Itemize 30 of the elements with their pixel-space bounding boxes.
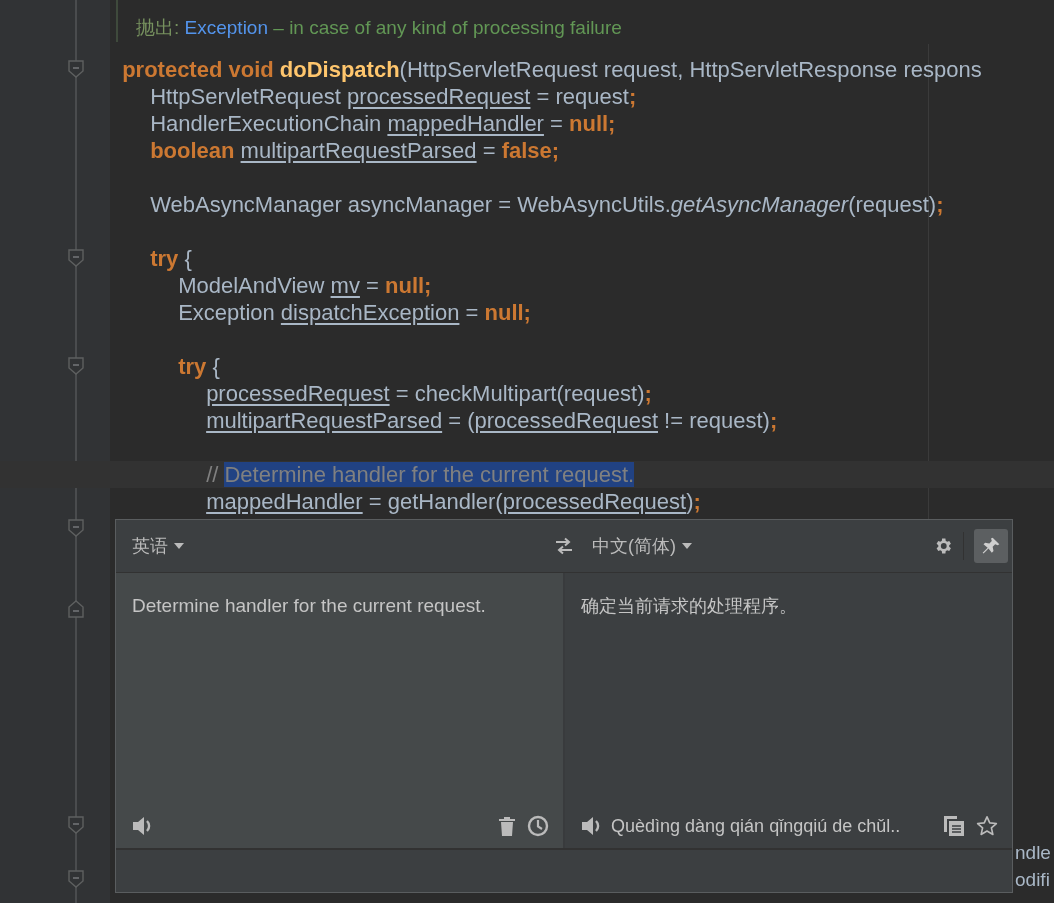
caret-icon <box>174 543 184 549</box>
code-line: ModelAndView mv = null; <box>178 272 432 299</box>
doc-comment-line: 抛出: Exception – in case of any kind of processing failure <box>136 16 622 40</box>
caret-icon <box>682 543 692 549</box>
target-language-dropdown[interactable]: 中文(简体) <box>590 532 694 560</box>
code-fragment: odifi <box>1015 868 1050 892</box>
code-line: HandlerExecutionChain mappedHandler = null; <box>150 110 616 137</box>
source-language-dropdown[interactable]: 英语 <box>130 532 186 560</box>
code-line: protected void doDispatch(HttpServletRequest request, HttpServletResponse respons <box>122 56 982 83</box>
code-line: try { <box>150 245 192 272</box>
translation-text: 确定当前请求的处理程序。 <box>581 594 798 618</box>
history-icon[interactable] <box>527 815 549 837</box>
pin-button[interactable] <box>974 529 1008 563</box>
code-line: boolean multipartRequestParsed = false; <box>150 137 560 164</box>
swap-icon[interactable] <box>554 537 574 555</box>
trash-icon[interactable] <box>499 816 515 836</box>
transliteration-text: Quèdìng dàng qián qǐngqiú de chǔl.. <box>611 815 902 837</box>
code-line: processedRequest = checkMultipart(request); <box>206 380 652 407</box>
code-line: Exception dispatchException = null; <box>178 299 531 326</box>
code-line: mappedHandler = getHandler(processedRequest); <box>206 488 701 515</box>
code-line: HttpServletRequest processedRequest = request; <box>150 83 637 110</box>
code-line: WebAsyncManager asyncManager = WebAsyncUtils.getAsyncManager(request); <box>150 191 944 218</box>
copy-icon[interactable] <box>944 816 964 836</box>
code-line: multipartRequestParsed = (processedRequest != request); <box>206 407 778 434</box>
code-line: // Determine handler for the current request. <box>206 461 635 488</box>
star-icon[interactable] <box>976 815 998 837</box>
code-line: try { <box>178 353 220 380</box>
code-fragment: ndle <box>1015 841 1051 865</box>
pin-icon <box>981 536 1001 556</box>
source-text: Determine handler for the current request. <box>132 594 487 618</box>
